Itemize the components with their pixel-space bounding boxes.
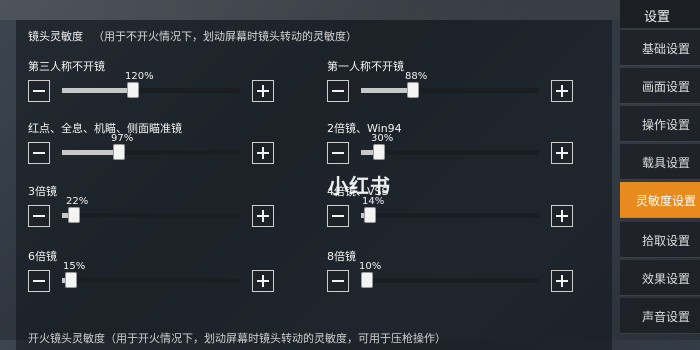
increase-button[interactable] [252, 142, 274, 164]
decrease-button[interactable] [327, 205, 349, 227]
decrease-button[interactable] [28, 270, 50, 292]
setting-value: 97% [111, 133, 134, 144]
sidebar-item-controls[interactable]: 操作设置 [620, 106, 700, 142]
setting-value: 88% [405, 71, 428, 82]
increase-button[interactable] [551, 205, 573, 227]
slider-track[interactable] [361, 82, 539, 98]
sidebar-header-label: 设置 [644, 10, 671, 25]
watermark-logo: 小红书 [328, 174, 391, 198]
setting-label: 3倍镜 [28, 185, 57, 198]
increase-button[interactable] [551, 270, 573, 292]
slider-thumb[interactable] [127, 82, 139, 98]
plus-icon-stem [262, 210, 264, 222]
sidebar-item-effects[interactable]: 效果设置 [620, 260, 700, 296]
increase-button[interactable] [252, 270, 274, 292]
slider-8x-scope: 8倍镜 10% [327, 248, 577, 298]
fire-sensitivity-heading: 开火镜头灵敏度（用于开火情况下，划动屏幕时镜头转动的灵敏度，可用于压枪操作） [28, 332, 446, 345]
slider-red-dot-holo: 红点、全息、机瞄、侧面瞄准镜 97% [28, 120, 278, 170]
increase-button[interactable] [551, 142, 573, 164]
plus-icon-stem [262, 147, 264, 159]
minus-icon [332, 90, 344, 92]
sidebar-item-label: 拾取设置 [642, 234, 691, 248]
setting-label: 第三人称不开镜 [28, 60, 105, 73]
sidebar-item-pickup[interactable]: 拾取设置 [620, 222, 700, 258]
setting-label: 8倍镜 [327, 250, 356, 263]
slider-third-person-no-scope: 第三人称不开镜 120% [28, 58, 278, 108]
sidebar-item-label: 操作设置 [642, 118, 691, 132]
plus-icon-stem [561, 210, 563, 222]
decrease-button[interactable] [28, 80, 50, 102]
decrease-button[interactable] [28, 142, 50, 164]
top-bar [0, 0, 700, 20]
setting-value: 15% [63, 261, 86, 272]
minus-icon [332, 280, 344, 282]
section-title: 镜头灵敏度 （用于不开火情况下，划动屏幕时镜头转动的灵敏度） [28, 28, 357, 44]
sidebar-item-label: 灵敏度设置 [636, 194, 697, 208]
decrease-button[interactable] [327, 142, 349, 164]
slider-thumb[interactable] [407, 82, 419, 98]
slider-2x-scope: 2倍镜、Win94 30% [327, 120, 577, 170]
setting-label: 第一人称不开镜 [327, 60, 404, 73]
sidebar-item-vehicle[interactable]: 载具设置 [620, 144, 700, 180]
setting-label: 6倍镜 [28, 250, 57, 263]
setting-value: 30% [371, 133, 394, 144]
increase-button[interactable] [551, 80, 573, 102]
minus-icon [33, 215, 45, 217]
slider-thumb[interactable] [113, 144, 125, 160]
increase-button[interactable] [252, 80, 274, 102]
slider-track[interactable] [62, 82, 240, 98]
sidebar-item-label: 基础设置 [642, 42, 691, 56]
slider-6x-scope: 6倍镜 15% [28, 248, 278, 298]
decrease-button[interactable] [327, 80, 349, 102]
minus-icon [332, 152, 344, 154]
slider-track[interactable] [361, 207, 539, 223]
plus-icon-stem [262, 275, 264, 287]
sidebar-item-sound[interactable]: 声音设置 [620, 298, 700, 334]
slider-track[interactable] [62, 207, 240, 223]
slider-fill [62, 150, 119, 155]
sidebar-item-basic[interactable]: 基础设置 [620, 30, 700, 66]
plus-icon-stem [262, 85, 264, 97]
section-note: （用于不开火情况下，划动屏幕时镜头转动的灵敏度） [93, 30, 357, 43]
decrease-button[interactable] [327, 270, 349, 292]
increase-button[interactable] [252, 205, 274, 227]
slider-track[interactable] [361, 272, 539, 288]
slider-track[interactable] [62, 144, 240, 160]
slider-track[interactable] [361, 144, 539, 160]
sidebar-header: 设置 [620, 0, 700, 28]
minus-icon [33, 280, 45, 282]
slider-thumb[interactable] [364, 207, 376, 223]
plus-icon-stem [561, 275, 563, 287]
sidebar-item-label: 效果设置 [642, 272, 691, 286]
sidebar-item-graphics[interactable]: 画面设置 [620, 68, 700, 104]
setting-label: 红点、全息、机瞄、侧面瞄准镜 [28, 122, 182, 135]
plus-icon-stem [561, 85, 563, 97]
setting-value: 10% [359, 261, 382, 272]
sidebar-item-label: 载具设置 [642, 156, 691, 170]
settings-sidebar: 设置 基础设置 画面设置 操作设置 载具设置 灵敏度设置 拾取设置 效果设置 声… [620, 0, 700, 340]
slider-fill [361, 88, 413, 93]
sidebar-item-label: 画面设置 [642, 80, 691, 94]
minus-icon [33, 152, 45, 154]
decrease-button[interactable] [28, 205, 50, 227]
setting-value: 120% [125, 71, 154, 82]
minus-icon [33, 90, 45, 92]
slider-thumb[interactable] [373, 144, 385, 160]
slider-track[interactable] [62, 272, 240, 288]
slider-3x-scope: 3倍镜 22% [28, 183, 278, 233]
slider-thumb[interactable] [68, 207, 80, 223]
section-title-text: 镜头灵敏度 [28, 30, 83, 43]
slider-thumb[interactable] [361, 272, 373, 288]
sidebar-item-label: 声音设置 [642, 310, 691, 324]
slider-first-person-no-scope: 第一人称不开镜 88% [327, 58, 577, 108]
slider-fill [62, 88, 133, 93]
plus-icon-stem [561, 147, 563, 159]
minus-icon [332, 215, 344, 217]
slider-thumb[interactable] [65, 272, 77, 288]
setting-value: 22% [66, 196, 89, 207]
sidebar-item-sensitivity[interactable]: 灵敏度设置 [620, 182, 700, 218]
